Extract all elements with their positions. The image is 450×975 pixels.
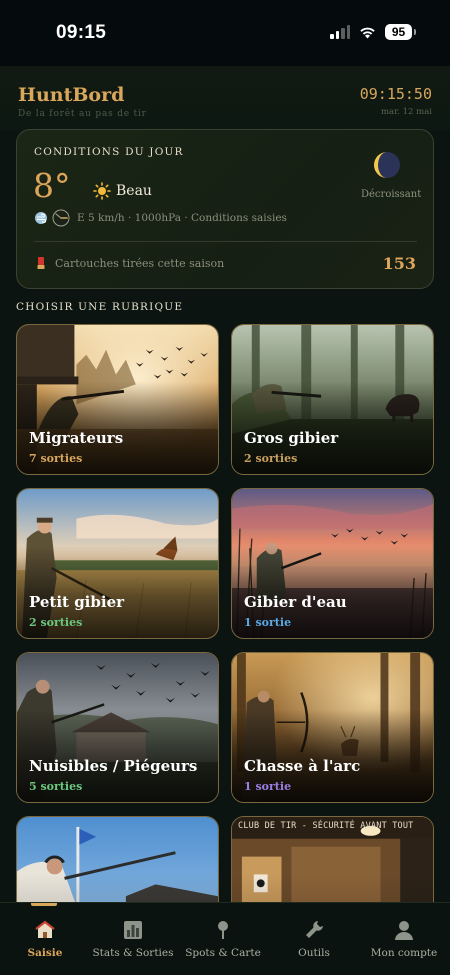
conditions-label: CONDITIONS DU JOUR [34, 146, 184, 158]
status-bar: 09:15 95 [0, 0, 450, 66]
wind-direction-icon [52, 209, 70, 227]
tab-label: Outils [298, 947, 330, 959]
tab-label: Stats & Sorties [92, 947, 174, 959]
tab-mon-compte[interactable]: Mon compte [359, 903, 449, 975]
tab-spots-carte[interactable]: Spots & Carte [178, 903, 268, 975]
status-time: 09:15 [56, 22, 107, 43]
sun-icon [93, 182, 111, 200]
cellular-signal-icon [330, 25, 350, 39]
season-shells-label: Cartouches tirées cette saison [55, 257, 225, 270]
divider [34, 241, 417, 242]
category-count: 7 sorties [29, 452, 83, 465]
season-shells-count: 153 [382, 254, 416, 273]
tab-label: Mon compte [370, 947, 438, 959]
tab-stats-sorties[interactable]: Stats & Sorties [88, 903, 178, 975]
wifi-icon [360, 27, 375, 38]
category-tile-chasse-arc[interactable]: Chasse à l'arc 1 sortie [231, 652, 434, 803]
user-icon [395, 921, 413, 940]
category-count: 1 sortie [244, 780, 292, 793]
app-title: HuntBord [18, 84, 125, 106]
tab-saisie[interactable]: Saisie [0, 903, 90, 975]
home-icon [35, 920, 55, 938]
category-name: Migrateurs [29, 429, 124, 447]
shotgun-shell-icon [37, 257, 45, 269]
temperature: 8° [33, 166, 71, 205]
battery-indicator: 95 [385, 24, 416, 40]
wind-pressure-details: E 5 km/h · 1000hPa · Conditions saisies [77, 212, 287, 224]
moon-phase-icon [374, 152, 400, 178]
conditions-card[interactable]: CONDITIONS DU JOUR 8° Beau E 5 km/h · 10… [16, 129, 434, 289]
category-tile-petit-gibier[interactable]: Petit gibier 2 sorties [16, 488, 219, 639]
category-count: 1 sortie [244, 616, 292, 629]
weather-description: Beau [116, 183, 152, 199]
category-name: Nuisibles / Piégeurs [29, 757, 198, 775]
tab-label: Saisie [27, 947, 63, 959]
map-pin-icon [218, 921, 228, 939]
stats-icon [124, 921, 142, 939]
status-indicators: 95 [330, 24, 416, 40]
category-count: 2 sorties [244, 452, 298, 465]
category-count: 2 sorties [29, 616, 83, 629]
current-date: mar. 12 mai [380, 107, 432, 117]
bottom-tab-bar: Saisie Stats & Sorties Spots & Carte Out… [0, 902, 450, 975]
tab-label: Spots & Carte [185, 947, 261, 959]
app-subtitle: De la forêt au pas de tir [18, 109, 147, 119]
section-title: CHOISIR UNE RUBRIQUE [16, 301, 184, 313]
category-name: Chasse à l'arc [244, 757, 361, 775]
category-name: Gros gibier [244, 429, 339, 447]
category-name: Gibier d'eau [244, 593, 347, 611]
category-tile-migrateurs[interactable]: Migrateurs 7 sorties [16, 324, 219, 475]
tab-outils[interactable]: Outils [269, 903, 359, 975]
category-tile-gibier-eau[interactable]: Gibier d'eau 1 sortie [231, 488, 434, 639]
category-name: Petit gibier [29, 593, 125, 611]
app-header: HuntBord De la forêt au pas de tir 09:15… [0, 66, 450, 130]
category-tile-gros-gibier[interactable]: Gros gibier 2 sorties [231, 324, 434, 475]
category-count: 5 sorties [29, 780, 83, 793]
moon-phase-label: Décroissant [361, 189, 422, 200]
category-tile-nuisibles[interactable]: Nuisibles / Piégeurs 5 sorties [16, 652, 219, 803]
wind-icon [35, 212, 47, 224]
live-clock: 09:15:50 [359, 85, 432, 103]
wrench-icon [306, 921, 323, 938]
